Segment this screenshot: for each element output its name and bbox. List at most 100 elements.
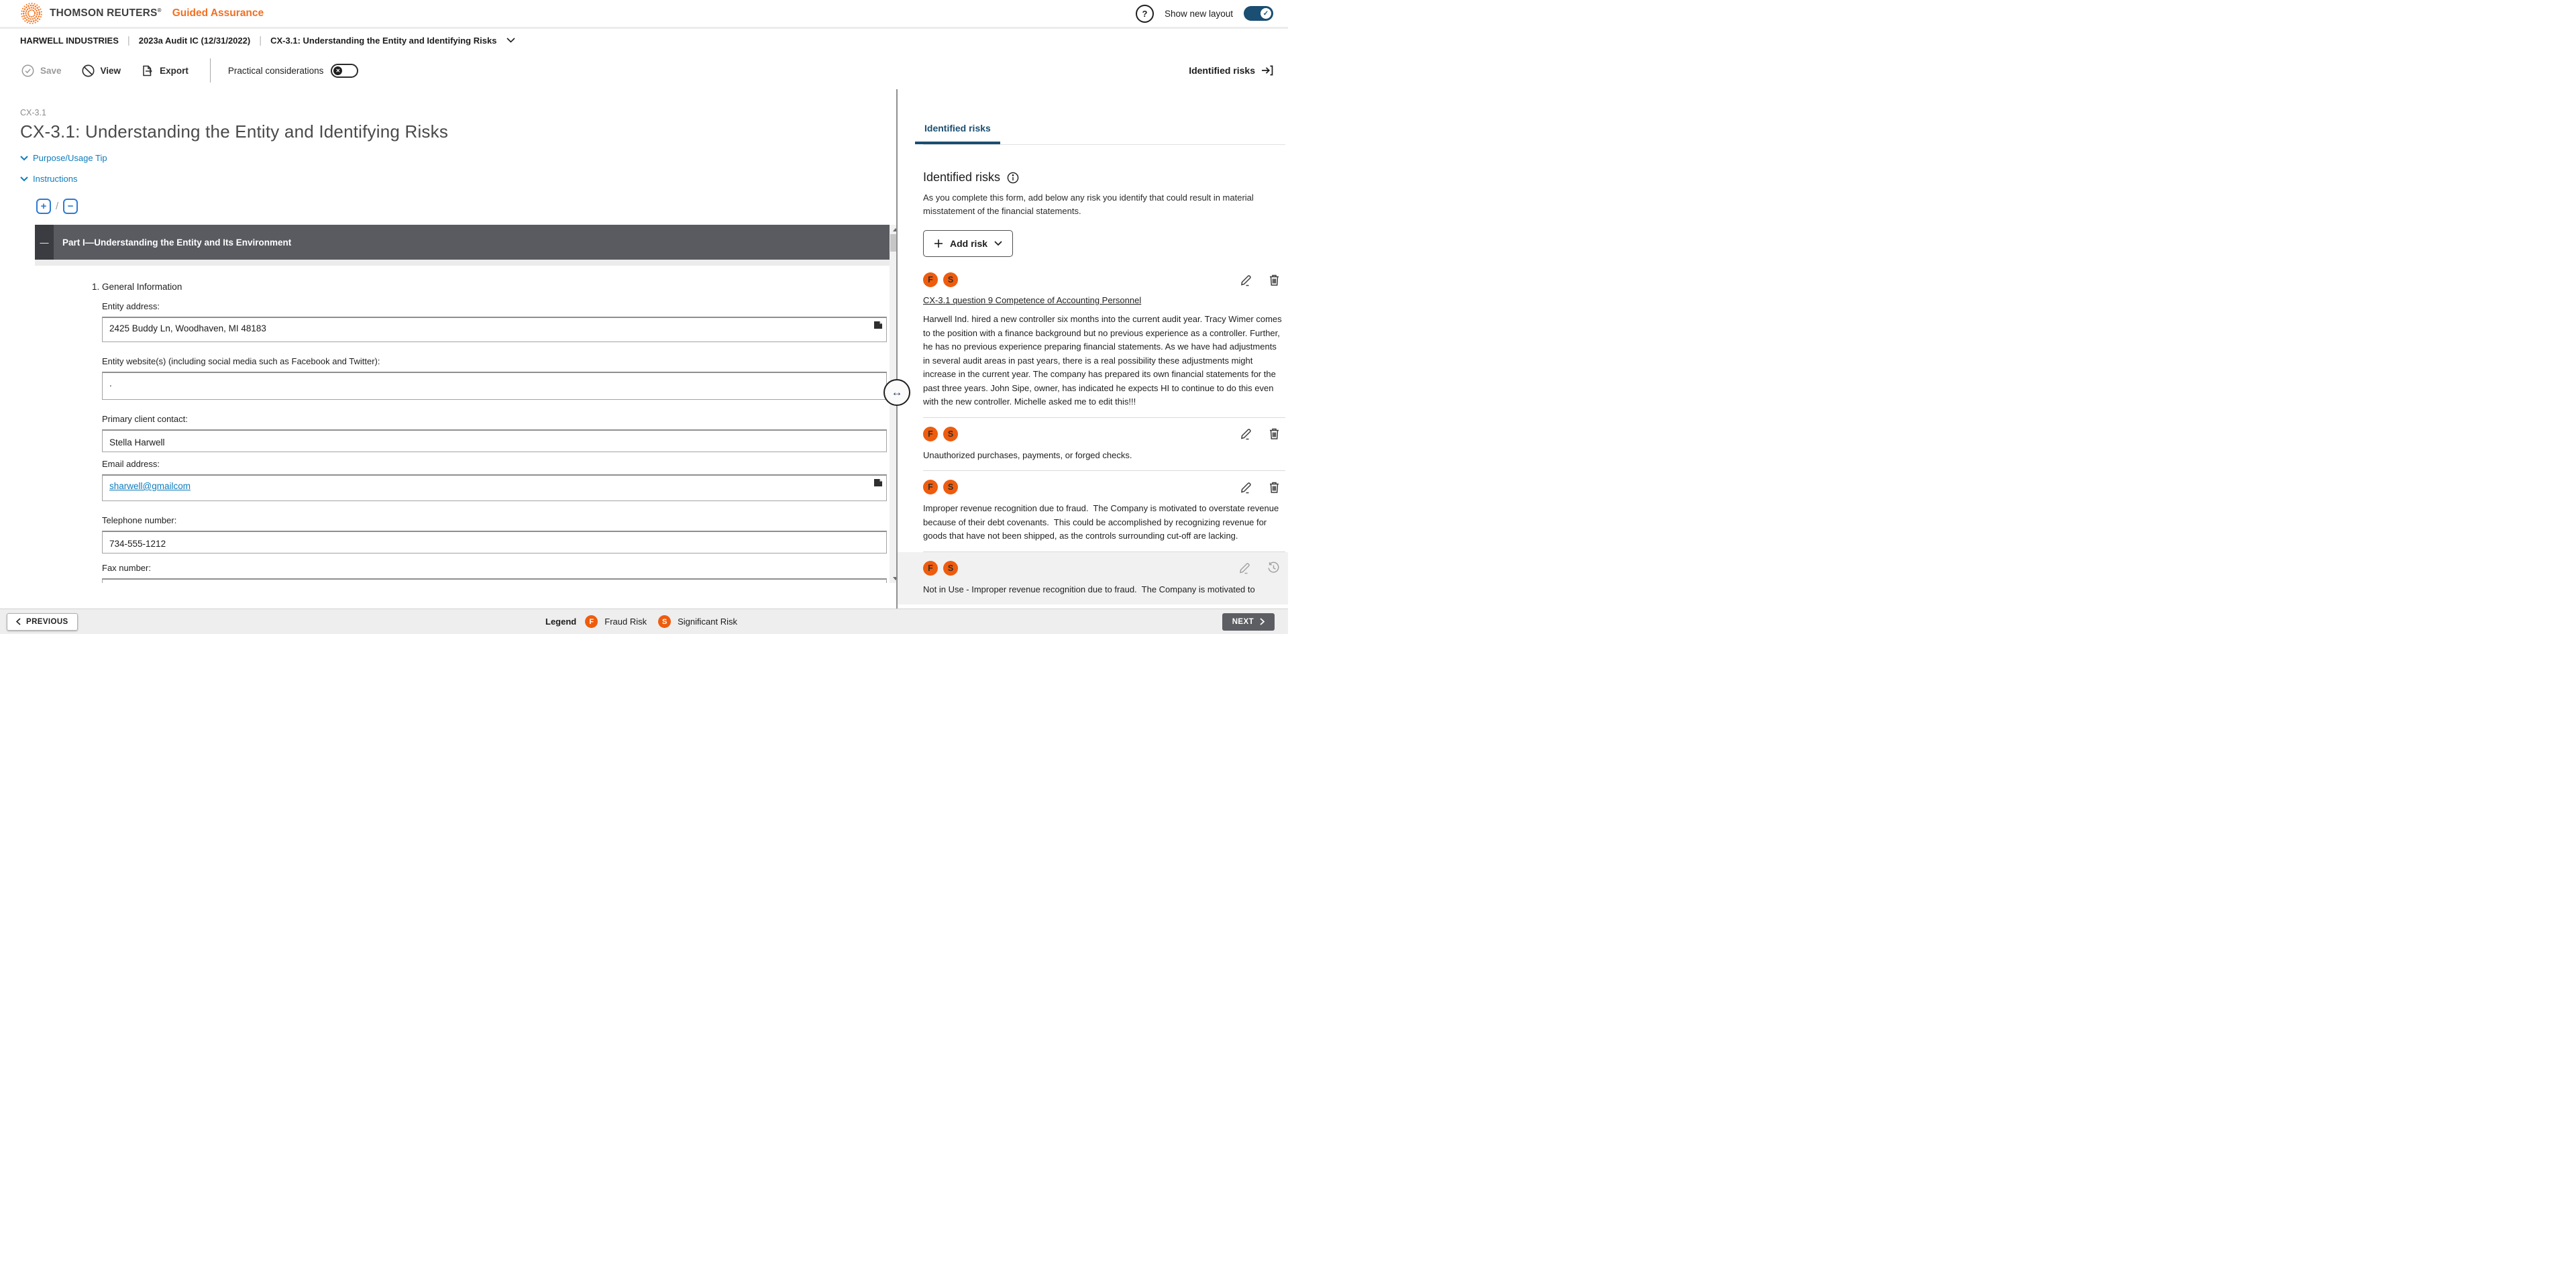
field-label: Fax number: (102, 563, 151, 573)
help-icon[interactable]: ? (1135, 4, 1154, 23)
risk-item: F S Improper revenue recognition due to … (923, 471, 1285, 552)
section-divider (35, 260, 890, 266)
attached-note-icon[interactable] (873, 478, 883, 487)
delete-risk-icon[interactable] (1269, 274, 1280, 286)
identified-risks-panel-link[interactable]: Identified risks (1189, 65, 1273, 76)
form-field: Email address: sharwell@gmailcom (102, 459, 890, 501)
field-value: 734-555-1212 (109, 539, 166, 549)
previous-button[interactable]: PREVIOUS (7, 613, 78, 631)
product-name: Guided Assurance (172, 7, 264, 19)
collapse-all-button[interactable]: − (63, 199, 78, 214)
risk-list: F S CX-3.1 question 9 Competence of Acco… (898, 264, 1288, 604)
save-button[interactable]: Save (21, 64, 62, 77)
pane-splitter[interactable]: ↔ (883, 89, 910, 609)
form-viewport: — Part I—Understanding the Entity and It… (35, 225, 896, 583)
risk-text: Improper revenue recognition due to frau… (923, 503, 1281, 541)
document-pane: CX-3.1 CX-3.1: Understanding the Entity … (0, 89, 896, 609)
risk-text: Unauthorized purchases, payments, or for… (923, 450, 1132, 460)
tab-identified-risks[interactable]: Identified risks (915, 123, 1000, 144)
risk-item: F S Unauthorized purchases, payments, or… (923, 418, 1285, 471)
significant-risk-badge: S (943, 560, 958, 576)
attached-note-icon[interactable] (873, 321, 883, 329)
resize-handle-icon[interactable]: ↔ (883, 379, 910, 406)
edit-risk-icon[interactable] (1240, 481, 1252, 494)
chevron-right-icon (1260, 618, 1265, 625)
significant-risk-badge: S (943, 480, 958, 494)
practical-considerations-label: Practical considerations (227, 65, 324, 76)
instructions-link[interactable]: Instructions (20, 174, 77, 184)
significant-risk-badge: S (658, 615, 672, 628)
footer-bar: PREVIOUS Legend F Fraud Risk S Significa… (0, 609, 1288, 634)
field-input[interactable]: 2425 Buddy Ln, Woodhaven, MI 48183 (102, 317, 887, 342)
risk-item: F S Not in Use - Improper revenue recogn… (898, 551, 1288, 604)
chevron-down-icon (20, 155, 28, 160)
delete-risk-icon[interactable] (1269, 481, 1280, 494)
legend-title: Legend (545, 617, 577, 627)
field-label: Primary client contact: (102, 414, 188, 424)
field-value: Stella Harwell (109, 437, 165, 447)
field-input[interactable] (102, 578, 887, 583)
significant-risk-badge: S (943, 426, 958, 441)
breadcrumb-engagement[interactable]: 2023a Audit IC (12/31/2022) (139, 36, 250, 46)
section-heading: 1. General Information (92, 282, 182, 292)
edit-risk-icon[interactable] (1240, 427, 1252, 440)
significant-risk-label: Significant Risk (678, 617, 737, 627)
restore-risk-icon[interactable] (1267, 562, 1280, 574)
scroll-up-arrow[interactable] (890, 225, 896, 234)
page-title: CX-3.1: Understanding the Entity and Ide… (20, 121, 449, 142)
field-value: 2425 Buddy Ln, Woodhaven, MI 48183 (109, 323, 266, 333)
practical-considerations-toggle[interactable]: ✕ (331, 63, 359, 78)
export-button[interactable]: Export (141, 64, 189, 77)
show-new-layout-label: Show new layout (1164, 8, 1233, 19)
delete-risk-icon[interactable] (1269, 427, 1280, 440)
risk-item: F S CX-3.1 question 9 Competence of Acco… (923, 264, 1285, 418)
expand-separator: / (56, 201, 59, 212)
field-input[interactable]: Stella Harwell (102, 429, 887, 452)
risk-text: Harwell Ind. hired a new controller six … (923, 314, 1285, 407)
field-label: Email address: (102, 459, 160, 469)
export-document-icon (143, 65, 152, 76)
slashed-circle-icon (82, 64, 95, 76)
expand-collapse-controls: + / − (36, 199, 896, 214)
toggle-x-icon: ✕ (333, 66, 343, 75)
view-button[interactable]: View (82, 64, 121, 77)
form-field: Fax number: (102, 563, 890, 583)
check-circle-icon (21, 64, 34, 76)
open-panel-arrow-icon (1262, 65, 1273, 76)
legend: Legend F Fraud Risk S Significant Risk (545, 615, 743, 628)
fraud-risk-badge: F (923, 480, 938, 494)
chevron-down-icon[interactable] (506, 38, 516, 43)
attached-note-icon[interactable] (873, 582, 883, 583)
scroll-down-arrow[interactable] (890, 574, 896, 583)
fraud-risk-badge: F (585, 615, 598, 628)
chevron-left-icon (16, 618, 21, 625)
info-icon[interactable] (1007, 172, 1019, 184)
field-input[interactable]: 734-555-1212 (102, 531, 887, 553)
top-app-bar: THOMSON REUTERS® Guided Assurance ? Show… (0, 0, 1288, 29)
chevron-down-icon (20, 176, 28, 181)
form-field: Telephone number: 734-555-1212 (102, 515, 890, 553)
field-label: Entity website(s) (including social medi… (102, 356, 380, 366)
scrollbar-thumb[interactable] (890, 234, 896, 252)
risk-text: Not in Use - Improper revenue recognitio… (923, 584, 1255, 594)
fraud-risk-badge: F (923, 426, 938, 441)
field-label: Telephone number: (102, 515, 177, 525)
content-area: CX-3.1 CX-3.1: Understanding the Entity … (0, 89, 1288, 609)
edit-risk-icon[interactable] (1238, 562, 1251, 574)
risk-title[interactable]: CX-3.1 question 9 Competence of Accounti… (923, 295, 1285, 305)
fraud-risk-badge: F (923, 272, 938, 287)
show-new-layout-toggle[interactable]: ✓ (1244, 6, 1273, 21)
next-button[interactable]: NEXT (1222, 613, 1275, 631)
add-risk-button[interactable]: Add risk (923, 230, 1014, 257)
breadcrumb-separator: | (259, 34, 262, 46)
collapse-section-button[interactable]: — (35, 225, 54, 260)
field-input[interactable]: . (102, 372, 887, 400)
expand-all-button[interactable]: + (36, 199, 51, 214)
email-link[interactable]: sharwell@gmailcom (109, 481, 191, 491)
edit-risk-icon[interactable] (1240, 274, 1252, 286)
breadcrumb-document[interactable]: CX-3.1: Understanding the Entity and Ide… (270, 36, 496, 46)
purpose-usage-tip-link[interactable]: Purpose/Usage Tip (20, 153, 107, 163)
breadcrumb-client[interactable]: HARWELL INDUSTRIES (20, 36, 119, 46)
identified-risks-heading: Identified risks (923, 170, 1001, 184)
field-input[interactable]: sharwell@gmailcom (102, 474, 887, 501)
